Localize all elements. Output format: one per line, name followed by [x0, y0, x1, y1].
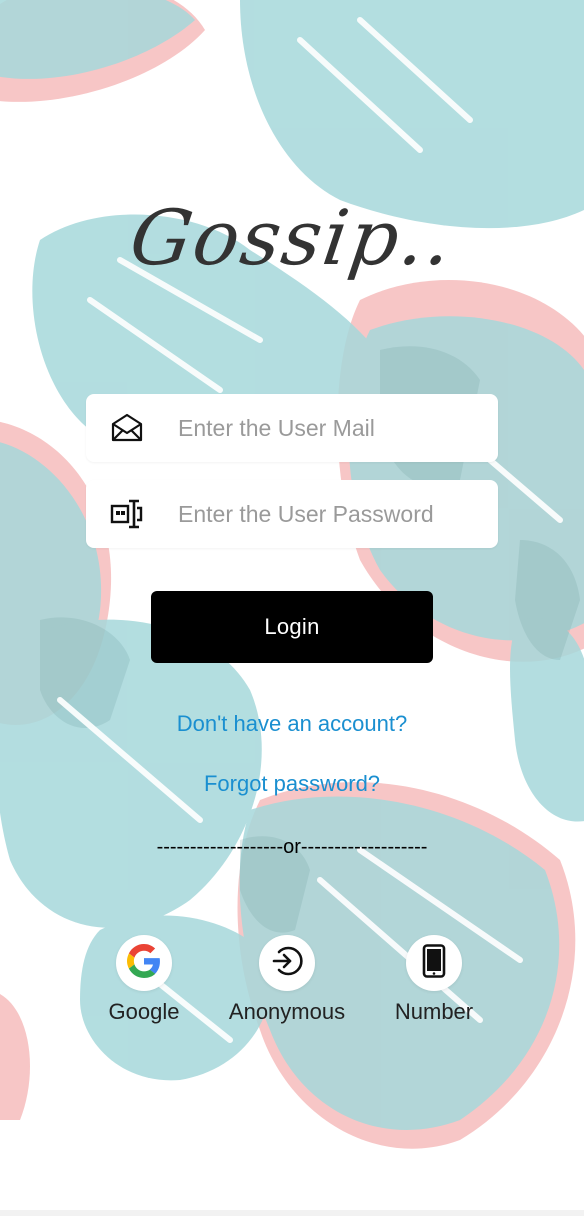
- password-field-icon: [110, 498, 144, 530]
- google-signin-option[interactable]: Google: [94, 935, 194, 1025]
- signup-link[interactable]: Don't have an account?: [0, 711, 584, 737]
- google-button[interactable]: [116, 935, 172, 991]
- google-label: Google: [108, 999, 180, 1024]
- or-divider: -------------------or-------------------: [156, 836, 428, 858]
- email-input[interactable]: [178, 394, 478, 462]
- sign-in-icon: [270, 944, 304, 983]
- phone-button[interactable]: [406, 935, 462, 991]
- bottom-bar: [0, 1210, 584, 1216]
- password-field-container[interactable]: [86, 480, 498, 548]
- phone-icon: [422, 943, 446, 983]
- email-field-container[interactable]: [86, 394, 498, 462]
- anonymous-button[interactable]: [259, 935, 315, 991]
- forgot-password-link[interactable]: Forgot password?: [0, 771, 584, 797]
- phone-signin-option[interactable]: Number: [384, 935, 484, 1025]
- number-label: Number: [394, 999, 474, 1024]
- password-input[interactable]: [178, 480, 478, 548]
- anonymous-label: Anonymous: [228, 999, 346, 1024]
- anonymous-signin-option[interactable]: Anonymous: [222, 935, 352, 1025]
- app-title: Gossip..: [124, 193, 460, 282]
- google-icon: [127, 943, 161, 983]
- login-button-label: Login: [264, 614, 320, 639]
- envelope-icon: [110, 412, 144, 444]
- login-button[interactable]: Login: [151, 591, 433, 663]
